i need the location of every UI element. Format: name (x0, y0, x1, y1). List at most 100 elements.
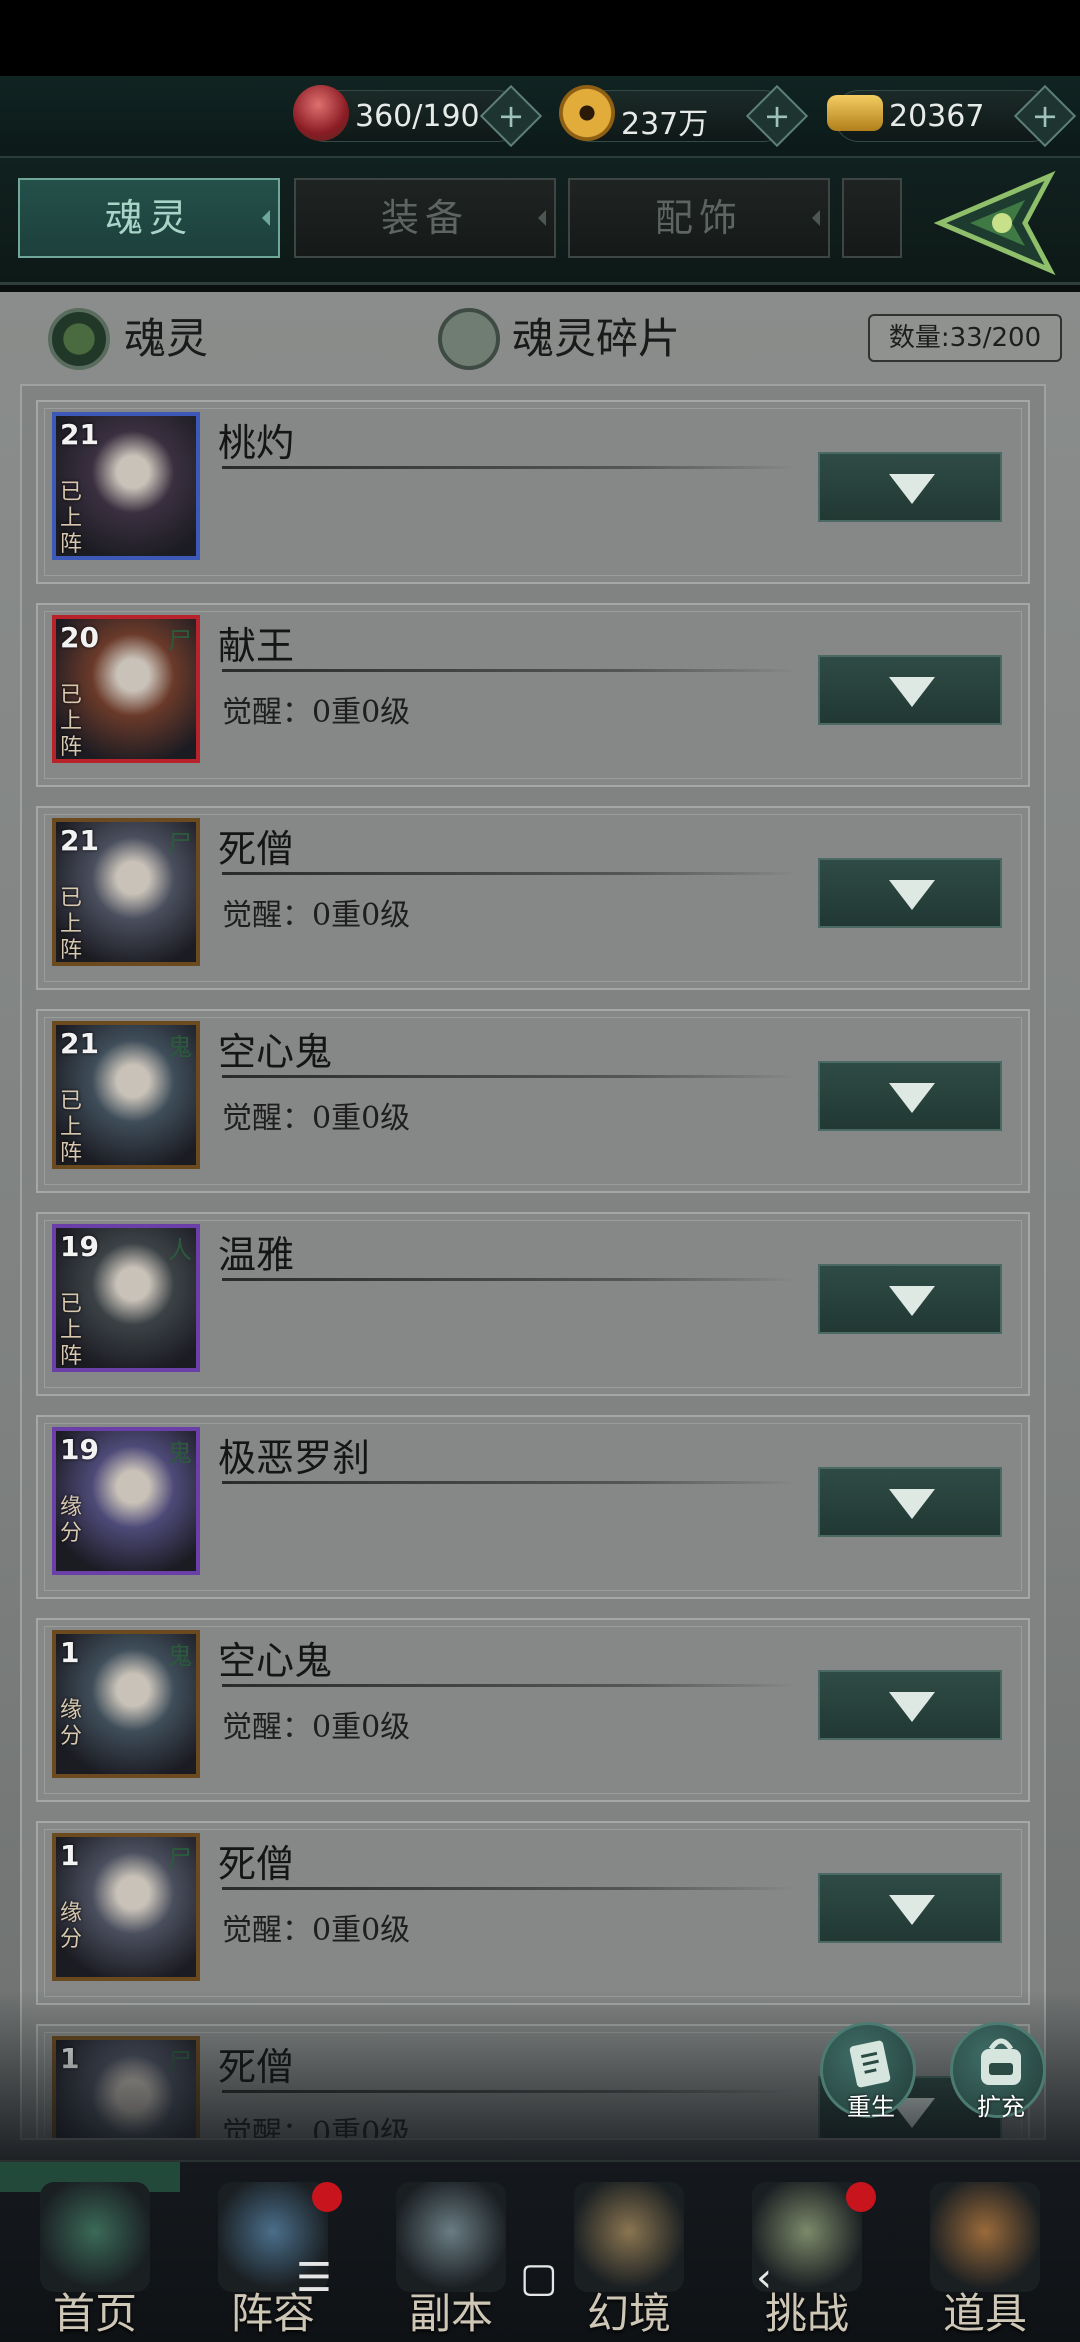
soul-card[interactable]: 1 鬼缘分 空心鬼 觉醒：0重0级 (36, 1618, 1030, 1802)
expand-details-button[interactable] (818, 1873, 1002, 1943)
energy-counter: 360/190 + (293, 84, 543, 148)
system-back-icon[interactable]: ‹ (756, 2255, 772, 2301)
soul-type: 鬼 (168, 1439, 192, 1467)
soul-portrait[interactable]: 20 尸已上阵 (52, 615, 200, 763)
soul-type: 人 (168, 1236, 192, 1264)
nav-item-3[interactable]: 幻境 (544, 2162, 714, 2342)
notification-badge (846, 2182, 876, 2212)
nav-item-2[interactable]: 副本 (366, 2162, 536, 2342)
tab-soul[interactable]: 魂灵 (18, 178, 280, 258)
nav-item-0[interactable]: 首页 (10, 2162, 180, 2342)
tab-more[interactable] (842, 178, 902, 258)
nav-label: 挑战 (764, 2289, 849, 2338)
soul-portrait[interactable]: 1 鬼缘分 (52, 1630, 200, 1778)
filter-shard-label[interactable]: 魂灵碎片 (512, 308, 680, 370)
energy-icon (293, 85, 349, 141)
name-divider (222, 669, 796, 672)
soul-card[interactable]: 1 尸缘分 死僧 觉醒：0重0级 (36, 1821, 1030, 2005)
rebirth-button[interactable]: 重生 (820, 2022, 916, 2121)
name-divider (222, 2090, 796, 2093)
system-home-icon[interactable]: ▢ (520, 2255, 558, 2301)
soul-name: 桃灼 (218, 421, 295, 465)
soul-status-tag: 已上阵 (60, 480, 83, 557)
soul-card[interactable]: 21 尸已上阵 死僧 觉醒：0重0级 (36, 806, 1030, 990)
tab-arrow-icon (262, 210, 270, 226)
filter-shard-radio[interactable] (438, 308, 500, 370)
name-divider (222, 1278, 796, 1281)
ingot-counter: 20367 + (827, 84, 1077, 148)
soul-awaken: 觉醒：0重0级 (222, 1913, 411, 1948)
soul-type: 尸 (168, 627, 192, 655)
expand-details-button[interactable] (818, 1670, 1002, 1740)
expand-details-button[interactable] (818, 1467, 1002, 1537)
soul-type: 尸 (168, 830, 192, 858)
rebirth-label: 重生 (847, 2093, 895, 2121)
filter-soul-label[interactable]: 魂灵 (124, 308, 208, 370)
soul-status-tag: 已上阵 (60, 886, 83, 963)
soul-portrait[interactable]: 1 尸缘分 (52, 1833, 200, 1981)
soul-name: 献王 (218, 624, 295, 668)
expand-details-button[interactable] (818, 858, 1002, 928)
expand-details-button[interactable] (818, 655, 1002, 725)
nav-label: 幻境 (586, 2289, 671, 2338)
crossed-swords-icon (574, 2182, 684, 2292)
nav-label: 副本 (408, 2289, 493, 2338)
soul-card[interactable]: 20 尸已上阵 献王 觉醒：0重0级 (36, 603, 1030, 787)
name-divider (222, 1075, 796, 1078)
chevron-down-icon (889, 474, 935, 504)
collapse-menu-icon[interactable] (930, 168, 1070, 278)
soul-card[interactable]: 21 鬼已上阵 空心鬼觉醒：0重0级 (36, 1009, 1030, 1193)
soul-status-tag: 已上阵 (60, 1292, 83, 1369)
soul-status-tag: 缘分 (60, 1495, 83, 1546)
expand-capacity-button[interactable]: 扩充 (950, 2022, 1046, 2121)
chevron-down-icon (889, 1286, 935, 1316)
soul-portrait[interactable]: 19 人已上阵 (52, 1224, 200, 1372)
soul-awaken: 觉醒：0重0级 (222, 898, 411, 933)
nav-item-5[interactable]: 道具 (900, 2162, 1070, 2342)
soul-level: 21 (60, 418, 99, 451)
name-divider (222, 1887, 796, 1890)
soul-card[interactable]: 19 人已上阵 温雅 (36, 1212, 1030, 1396)
soul-card[interactable]: 19 鬼缘分 极恶罗刹 (36, 1415, 1030, 1599)
notification-badge (312, 2182, 342, 2212)
resource-bar: 360/190 + 237万 + 20367 + (0, 76, 1080, 158)
tab-accessory[interactable]: 配饰 (568, 178, 830, 258)
add-energy-button[interactable]: + (479, 84, 543, 148)
expand-label: 扩充 (977, 2093, 1025, 2121)
soul-level: 1 (60, 1636, 80, 1669)
nav-label: 阵容 (230, 2289, 315, 2338)
expand-details-button[interactable] (818, 1061, 1002, 1131)
soul-status-tag: 已上阵 (60, 683, 83, 760)
soul-portrait[interactable]: 1尸 (52, 2036, 200, 2138)
tab-soul-label: 魂灵 (104, 196, 193, 240)
soul-portrait[interactable]: 21 鬼已上阵 (52, 1021, 200, 1169)
coin-icon (559, 85, 615, 141)
add-ingot-button[interactable]: + (1013, 84, 1077, 148)
soul-portrait[interactable]: 19 鬼缘分 (52, 1427, 200, 1575)
expand-details-button[interactable] (818, 1264, 1002, 1334)
nav-item-4[interactable]: 挑战 (722, 2162, 892, 2342)
soul-awaken: 觉醒：0重0级 (222, 1710, 411, 1745)
add-coin-button[interactable]: + (745, 84, 809, 148)
nav-item-1[interactable]: 阵容 (188, 2162, 358, 2342)
count-badge: 数量:33/200 (868, 314, 1062, 362)
count-label: 数量:33/200 (888, 323, 1042, 353)
rebirth-icon (849, 2040, 891, 2088)
soul-type: 鬼 (168, 1642, 192, 1670)
soul-awaken: 觉醒：0重0级 (222, 1101, 411, 1136)
expand-details-button[interactable] (818, 452, 1002, 522)
filter-soul-radio[interactable] (48, 308, 110, 370)
bag-icon (930, 2182, 1040, 2292)
soul-card[interactable]: 21 已上阵 桃灼 (36, 400, 1030, 584)
soul-portrait[interactable]: 21 已上阵 (52, 412, 200, 560)
soul-name: 空心鬼 (218, 1030, 333, 1074)
soul-name: 空心鬼 (218, 1639, 333, 1683)
tab-equipment[interactable]: 装备 (294, 178, 556, 258)
chevron-down-icon (889, 1895, 935, 1925)
soul-list[interactable]: 21 已上阵 桃灼 20 尸已上阵 献王 觉醒：0重0级 21 尸已上阵 死僧 觉醒：0重0级 21 鬼… (20, 384, 1046, 2140)
soul-portrait[interactable]: 21 尸已上阵 (52, 818, 200, 966)
nav-label: 首页 (52, 2289, 137, 2338)
backpack-icon (981, 2038, 1021, 2085)
soul-name: 死僧 (218, 2045, 295, 2089)
system-menu-icon[interactable]: ☰ (296, 2255, 332, 2301)
